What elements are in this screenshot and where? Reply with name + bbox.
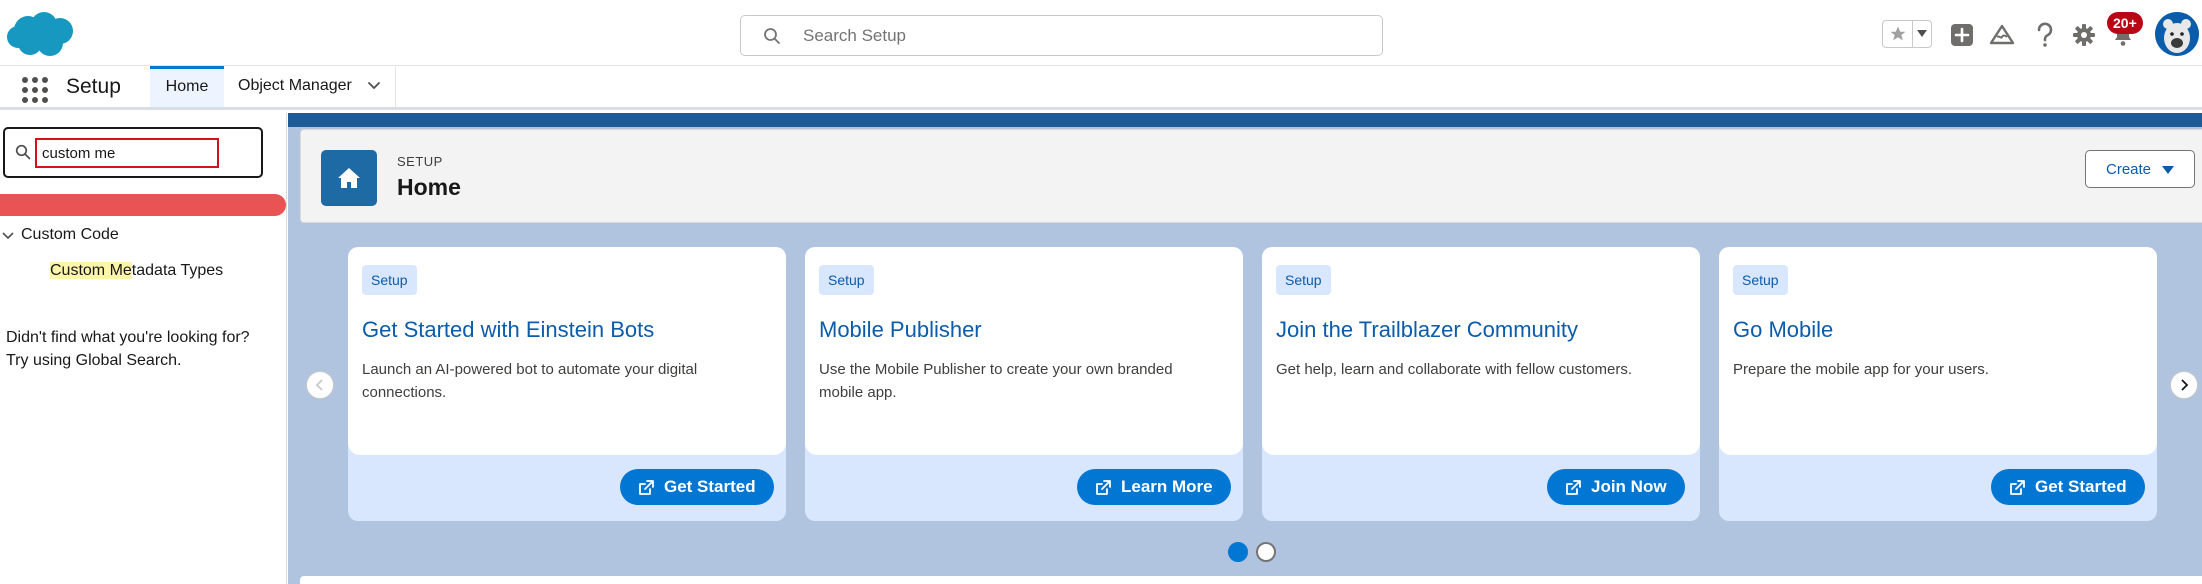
- card-mobile-publisher: Setup Mobile Publisher Use the Mobile Pu…: [805, 247, 1243, 521]
- user-avatar[interactable]: [2155, 12, 2199, 56]
- get-started-button[interactable]: Get Started: [1991, 469, 2145, 505]
- carousel-next-button[interactable]: [2170, 371, 2198, 399]
- home-icon-tile: [321, 150, 377, 206]
- not-found-message: Didn't find what you're looking for? Try…: [6, 326, 276, 372]
- next-section-panel: [300, 576, 2202, 584]
- card-badge: Setup: [1276, 265, 1331, 295]
- learn-more-button[interactable]: Learn More: [1077, 469, 1231, 505]
- home-icon: [338, 168, 360, 188]
- card-title[interactable]: Join the Trailblazer Community: [1276, 317, 1578, 343]
- app-launcher-icon[interactable]: [20, 75, 48, 103]
- gear-icon: [2073, 24, 2095, 46]
- card-button-label: Learn More: [1121, 477, 1213, 496]
- tab-object-manager[interactable]: Object Manager: [226, 66, 396, 107]
- card-body: Setup Go Mobile Prepare the mobile app f…: [1719, 247, 2157, 455]
- quick-find-input[interactable]: [35, 138, 219, 168]
- card-einstein-bots: Setup Get Started with Einstein Bots Lau…: [348, 247, 786, 521]
- card-description: Use the Mobile Publisher to create your …: [819, 361, 1173, 401]
- card-button-label: Get Started: [664, 477, 756, 496]
- card-title[interactable]: Mobile Publisher: [819, 317, 982, 343]
- setup-home-main: SETUP Home Create Setup Get Started with…: [288, 113, 2202, 584]
- setup-sidebar: Custom Code Custom Metadata Types Didn't…: [0, 113, 287, 584]
- global-search-box[interactable]: [740, 15, 1383, 56]
- not-found-line-1: Didn't find what you're looking for?: [6, 329, 250, 346]
- card-badge: Setup: [362, 265, 417, 295]
- page-header: SETUP Home Create: [300, 129, 2202, 223]
- tab-home[interactable]: Home: [150, 66, 224, 107]
- tree-item-custom-metadata-types[interactable]: Custom Metadata Types: [50, 262, 223, 280]
- tree-item-label-rest: tadata Types: [131, 262, 224, 279]
- search-highlight-bar: [0, 194, 286, 216]
- card-description: Get help, learn and collaborate with fel…: [1276, 361, 1633, 378]
- card-description: Prepare the mobile app for your users.: [1733, 361, 1989, 378]
- global-header: 20+: [0, 0, 2202, 66]
- external-link-icon: [1096, 480, 1111, 495]
- banner-band: [288, 113, 2202, 127]
- carousel-page-dot-1[interactable]: [1228, 542, 1248, 562]
- quick-find-box[interactable]: [3, 127, 263, 178]
- search-icon: [764, 28, 780, 44]
- external-link-icon: [639, 480, 654, 495]
- carousel-prev-button[interactable]: [306, 371, 334, 399]
- help-icon: [2037, 22, 2053, 47]
- join-now-button[interactable]: Join Now: [1547, 469, 1685, 505]
- global-actions-button[interactable]: [1947, 20, 1977, 50]
- app-nav-bar: Setup Home Object Manager: [0, 66, 2202, 110]
- favorite-star-button[interactable]: [1883, 21, 1913, 47]
- caret-down-icon: [1917, 30, 1927, 37]
- card-go-mobile: Setup Go Mobile Prepare the mobile app f…: [1719, 247, 2157, 521]
- card-button-label: Join Now: [1591, 477, 1667, 496]
- chevron-down-icon[interactable]: [367, 79, 381, 93]
- card-badge: Setup: [819, 265, 874, 295]
- chevron-down-icon: [2, 232, 14, 240]
- global-search-input[interactable]: [803, 24, 1363, 48]
- trailhead-button[interactable]: [1987, 20, 2017, 50]
- card-description: Launch an AI-powered bot to automate you…: [362, 361, 698, 401]
- chevron-right-icon: [2181, 379, 2189, 391]
- external-link-icon: [1566, 480, 1581, 495]
- setup-gear-button[interactable]: [2069, 20, 2099, 50]
- card-title[interactable]: Get Started with Einstein Bots: [362, 317, 654, 343]
- notification-count-badge: 20+: [2107, 12, 2143, 34]
- card-badge: Setup: [1733, 265, 1788, 295]
- tab-object-manager-label: Object Manager: [238, 77, 352, 94]
- card-body: Setup Mobile Publisher Use the Mobile Pu…: [805, 247, 1243, 455]
- user-profile-icon: [2155, 12, 2199, 56]
- trailhead-icon: [1989, 24, 2015, 45]
- carousel-page-dot-2[interactable]: [1256, 542, 1276, 562]
- chevron-left-icon: [315, 379, 323, 391]
- card-body: Setup Get Started with Einstein Bots Lau…: [348, 247, 786, 455]
- page-eyebrow: SETUP: [397, 154, 443, 169]
- external-link-icon: [2010, 480, 2025, 495]
- search-match-highlight: Custom Me: [50, 262, 132, 279]
- favorites-dropdown-button[interactable]: [1913, 21, 1931, 47]
- card-title[interactable]: Go Mobile: [1733, 317, 1833, 343]
- search-icon: [15, 144, 31, 160]
- favorites-control[interactable]: [1882, 20, 1932, 48]
- salesforce-logo-icon[interactable]: [6, 10, 76, 58]
- page-title: Home: [397, 174, 461, 200]
- global-search-hint[interactable]: Try using Global Search.: [6, 349, 276, 372]
- card-body: Setup Join the Trailblazer Community Get…: [1262, 247, 1700, 455]
- card-button-label: Get Started: [2035, 477, 2127, 496]
- app-name: Setup: [66, 75, 121, 98]
- create-button[interactable]: Create: [2085, 150, 2195, 188]
- star-icon: [1890, 26, 1905, 41]
- get-started-button[interactable]: Get Started: [620, 469, 774, 505]
- caret-down-icon: [2162, 166, 2174, 174]
- card-trailblazer-community: Setup Join the Trailblazer Community Get…: [1262, 247, 1700, 521]
- add-icon: [1951, 24, 1973, 46]
- tree-group-label: Custom Code: [21, 226, 119, 243]
- help-button[interactable]: [2030, 20, 2060, 50]
- create-button-label: Create: [2106, 160, 2152, 178]
